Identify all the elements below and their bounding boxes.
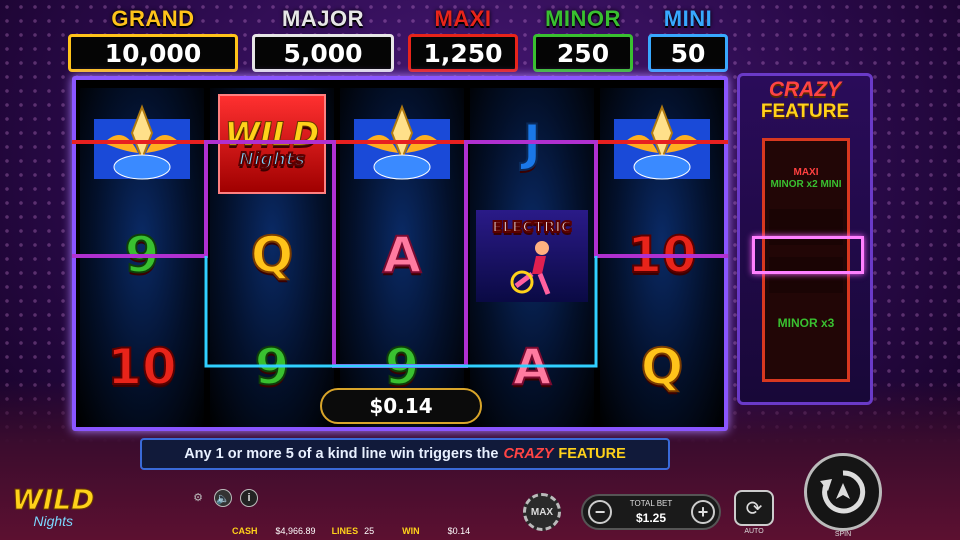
- jackpot-value: 10,000: [68, 34, 238, 72]
- feature-title: CRAZY FEATURE: [740, 79, 870, 123]
- game-logo: WILD Nights: [11, 483, 95, 529]
- ten-symbol: 10: [106, 337, 178, 397]
- jackpot-label: MINI: [663, 6, 713, 31]
- crazy-feature-panel: CRAZY FEATURE MAXI MINOR x2 MINI MINOR x…: [737, 73, 873, 405]
- jack-symbol: J: [522, 113, 543, 173]
- queen-symbol: Q: [640, 337, 685, 397]
- feature-title-crazy: CRAZY: [768, 78, 842, 101]
- decrease-bet-button[interactable]: −: [588, 500, 612, 524]
- electric-symbol: ELECTRIC: [470, 200, 594, 310]
- wheel-slot-line2: MINOR x2 MINI: [770, 179, 842, 190]
- sound-icon[interactable]: 🔈: [214, 489, 232, 507]
- jackpot-maxi: MAXI 1,250: [408, 6, 518, 72]
- dancer-icon: [510, 241, 551, 295]
- autoplay-button[interactable]: ⟳: [734, 490, 774, 526]
- queen-symbol: Q: [250, 225, 295, 285]
- total-bet-label: TOTAL BET: [629, 499, 673, 508]
- jackpot-label: MAJOR: [282, 6, 364, 31]
- ace-symbol: A: [382, 225, 423, 285]
- spin-label: SPIN: [834, 531, 852, 538]
- wheel-slot-line1: MAXI: [793, 167, 819, 178]
- autoplay-label: AUTO: [744, 528, 764, 535]
- spin-icon: [820, 470, 866, 514]
- win-amount-display: $0.14: [320, 388, 482, 424]
- lines-value: 25: [364, 526, 375, 536]
- status-bar: CASH $4,966.89 LINES 25 WIN $0.14: [232, 524, 470, 538]
- jackpot-value: 5,000: [252, 34, 394, 72]
- ten-symbol: 10: [626, 225, 698, 285]
- jackpot-value: 250: [533, 34, 633, 72]
- wild-title: WILD: [224, 115, 320, 153]
- nine-symbol: 9: [124, 225, 161, 285]
- max-bet-button[interactable]: MAX: [523, 493, 561, 531]
- jackpot-label: MAXI: [434, 6, 492, 31]
- reel-2: WILD Nights Q 9: [210, 88, 334, 427]
- reel-4: J ELECTRIC A: [470, 88, 594, 427]
- diamond-crown-icon: [614, 104, 710, 180]
- electric-title: ELECTRIC: [491, 217, 572, 237]
- diamond-crown-icon: [94, 104, 190, 180]
- wild-nights-icon: WILD Nights: [218, 94, 326, 194]
- jackpot-label: MINOR: [545, 6, 621, 31]
- jackpot-minor: MINOR 250: [533, 6, 633, 72]
- jackpot-label: GRAND: [111, 6, 195, 31]
- feature-trigger-message: Any 1 or more 5 of a kind line win trigg…: [140, 438, 670, 470]
- wild-subtitle: Nights: [238, 149, 306, 171]
- wheel-slot-minor-x3: MINOR x3: [769, 305, 843, 341]
- logo-title: WILD: [11, 483, 95, 516]
- jackpot-value: 50: [648, 34, 728, 72]
- increase-bet-button[interactable]: +: [691, 500, 715, 524]
- electric-dancer-icon: ELECTRIC: [476, 210, 588, 302]
- win-label: WIN: [402, 526, 420, 536]
- cash-value: $4,966.89: [275, 526, 316, 536]
- settings-icon[interactable]: ⚙: [190, 489, 206, 505]
- ace-symbol: A: [512, 337, 553, 397]
- diamond-crown-symbol: [80, 88, 204, 198]
- diamond-crown-symbol: [340, 88, 464, 198]
- feature-title-feature: FEATURE: [760, 101, 850, 122]
- max-bet-label: MAX: [530, 506, 554, 518]
- autoplay-icon: ⟳: [745, 497, 763, 520]
- nine-symbol: 9: [254, 337, 291, 397]
- cash-label: CASH: [232, 526, 258, 536]
- reel-area: 9 10 WILD Nights Q 9 A 9 J ELECTRIC A 10…: [72, 76, 728, 431]
- diamond-crown-symbol: [600, 88, 724, 198]
- total-bet-control: − TOTAL BET $1.25 +: [581, 494, 721, 530]
- reel-1: 9 10: [80, 88, 204, 427]
- reel-5: 10 Q: [600, 88, 724, 427]
- spin-button[interactable]: [804, 453, 882, 531]
- wild-symbol: WILD Nights: [210, 88, 334, 198]
- message-crazy: CRAZY: [503, 446, 554, 462]
- wheel-pointer: [752, 236, 864, 274]
- total-bet-value: $1.25: [635, 511, 667, 525]
- lines-label: LINES: [331, 526, 359, 536]
- jackpot-mini: MINI 50: [648, 6, 728, 72]
- wheel-slot-line1: MINOR x3: [777, 316, 835, 330]
- message-feature: FEATURE: [558, 446, 626, 462]
- diamond-crown-icon: [354, 104, 450, 180]
- message-text: Any 1 or more 5 of a kind line win trigg…: [184, 446, 499, 462]
- wheel-slot-maxi-minor-mini: MAXI MINOR x2 MINI: [769, 161, 843, 197]
- reel-3: A 9: [340, 88, 464, 427]
- win-value: $0.14: [447, 526, 471, 536]
- logo-subtitle: Nights: [33, 513, 74, 529]
- jackpot-value: 1,250: [408, 34, 518, 72]
- info-icon[interactable]: i: [240, 489, 258, 507]
- jackpot-grand: GRAND 10,000: [68, 6, 238, 72]
- jackpot-major: MAJOR 5,000: [252, 6, 394, 72]
